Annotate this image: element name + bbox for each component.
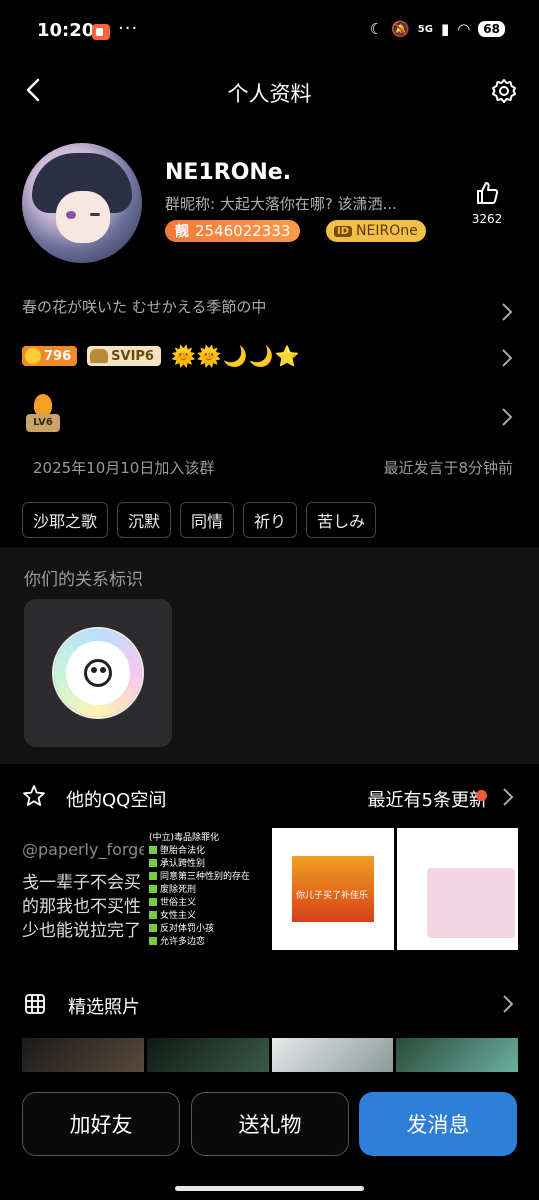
tag-item[interactable]: 苦しみ xyxy=(306,502,377,538)
profile-name: NE1RONe. xyxy=(165,160,292,185)
thumb-handle: @paperly_forge xyxy=(22,840,144,859)
photos-chevron-icon[interactable] xyxy=(502,994,514,1014)
grid-icon xyxy=(24,993,46,1015)
thumb-title: (中立)毒品除罪化 xyxy=(149,833,220,843)
avatar-eye-wink xyxy=(90,213,100,216)
like-count: 3262 xyxy=(471,212,503,226)
thumb-item: 废除死刑 xyxy=(149,882,196,895)
photos-title[interactable]: 精选照片 xyxy=(68,993,140,1019)
relation-card[interactable] xyxy=(24,599,172,747)
relation-title: 你们的关系标识 xyxy=(24,570,143,590)
thumb-item: 世俗主义 xyxy=(149,895,196,908)
signature-text[interactable]: 春の花が咲いた むせかえる季節の中 xyxy=(22,296,266,317)
thumb-poster-text: 你儿子买了补佳乐 xyxy=(296,891,369,901)
moon-icon: ☾ xyxy=(369,20,384,38)
photo-thumb[interactable] xyxy=(146,1038,269,1072)
send-gift-button[interactable]: 送礼物 xyxy=(191,1092,349,1156)
relation-badge-inner xyxy=(66,641,130,705)
thumb-image xyxy=(427,868,515,938)
thumb-item: 反对体罚小孩 xyxy=(149,921,214,934)
group-level-chevron-icon[interactable] xyxy=(501,407,513,427)
mute-icon: 🔕 xyxy=(391,20,410,38)
thumb-item: 堕胎合法化 xyxy=(149,843,205,856)
qzone-thumb[interactable]: @paperly_forge 戋一辈子不会买 的那我也不买性 少也能说拉完了 xyxy=(22,828,144,950)
photo-thumb[interactable] xyxy=(22,1038,144,1072)
system-icons: ☾ 🔕 5G ▮ ◠ 68 xyxy=(370,20,505,38)
flame-icon xyxy=(34,394,52,416)
avatar-face xyxy=(56,191,110,243)
smiley-icon xyxy=(84,659,112,687)
last-spoke: 最近发言于8分钟前 xyxy=(383,459,513,477)
photo-strip xyxy=(22,1038,518,1072)
home-indicator[interactable] xyxy=(175,1186,364,1191)
svip-badge: SVIP6 xyxy=(87,346,161,366)
qzone-thumb[interactable] xyxy=(397,828,518,950)
qzone-chevron-icon[interactable] xyxy=(502,787,514,807)
status-time: 10:20 xyxy=(37,20,95,41)
network-label: 5G xyxy=(417,23,433,35)
signal-icon: ▮ xyxy=(440,20,450,38)
avatar[interactable] xyxy=(22,143,142,263)
more-notifications-icon: ··· xyxy=(118,18,139,39)
photo-thumb[interactable] xyxy=(271,1038,394,1072)
qzone-title[interactable]: 他的QQ空间 xyxy=(66,786,166,812)
thumbs-up-icon xyxy=(477,182,499,204)
tag-item[interactable]: 祈り xyxy=(243,502,298,538)
thumb-item: 承认跨性别 xyxy=(149,856,205,869)
qzone-thumb[interactable]: 你儿子买了补佳乐 xyxy=(272,828,394,950)
screen-record-icon xyxy=(92,24,110,40)
signature-chevron-icon[interactable] xyxy=(501,302,513,322)
settings-gear-icon[interactable] xyxy=(491,78,517,104)
tag-item[interactable]: 沙耶之歌 xyxy=(22,502,109,538)
join-date: 2025年10月10日加入该群 xyxy=(33,459,215,477)
thumb-line: 少也能说拉完了 xyxy=(22,921,141,941)
qq-number: 2546022333 xyxy=(195,222,291,240)
thumb-item: 女性主义 xyxy=(149,908,196,921)
star-icon xyxy=(22,784,46,808)
unread-dot xyxy=(476,790,487,801)
group-level-label: LV6 xyxy=(26,414,60,432)
qzone-update-count[interactable]: 最近有5条更新 xyxy=(368,786,487,812)
photo-thumb[interactable] xyxy=(396,1038,518,1072)
level-row[interactable]: 796 SVIP6 🌞🌞🌙🌙⭐ xyxy=(22,344,301,368)
qzone-thumbnails: @paperly_forge 戋一辈子不会买 的那我也不买性 少也能说拉完了 (… xyxy=(22,828,518,950)
liang-label: 靓 xyxy=(175,224,189,240)
relation-badge-icon xyxy=(54,629,142,717)
thumb-line: 戋一辈子不会买 xyxy=(22,873,141,893)
id-name: NEIROne xyxy=(356,223,418,239)
page-title: 个人资料 xyxy=(227,82,312,106)
qzone-thumb[interactable]: (中立)毒品除罪化 堕胎合法化 承认跨性别 同意第三种性别的存在 废除死刑 世俗… xyxy=(147,828,269,950)
avatar-eye xyxy=(66,211,76,219)
thumb-poster: 你儿子买了补佳乐 xyxy=(292,856,374,922)
status-bar: 10:20 ··· ☾ 🔕 5G ▮ ◠ 68 xyxy=(0,0,539,64)
thumb-item: 允许多边恋 xyxy=(149,934,205,947)
tag-list: 沙耶之歌 沉默 同情 祈り 苦しみ xyxy=(22,502,377,538)
thumb-line: 的那我也不买性 xyxy=(22,897,141,917)
tag-item[interactable]: 沉默 xyxy=(117,502,172,538)
level-medals-icon: 🌞🌞🌙🌙⭐ xyxy=(170,344,301,368)
group-level-badge[interactable]: LV6 xyxy=(24,394,62,436)
level-chevron-icon[interactable] xyxy=(501,348,513,368)
id-icon: ID xyxy=(334,225,353,237)
add-friend-button[interactable]: 加好友 xyxy=(22,1092,180,1156)
id-badge[interactable]: ID NEIROne xyxy=(326,220,426,242)
group-nickname: 群昵称: 大起大落你在哪? 该潇洒... xyxy=(165,195,397,213)
like-button[interactable]: 3262 xyxy=(462,180,512,226)
battery-icon: 68 xyxy=(478,21,505,37)
send-message-button[interactable]: 发消息 xyxy=(359,1092,517,1156)
tag-item[interactable]: 同情 xyxy=(180,502,235,538)
coin-badge: 796 xyxy=(22,346,78,366)
qq-number-badge[interactable]: 靓 2546022333 xyxy=(165,220,301,242)
wifi-icon: ◠ xyxy=(457,20,471,38)
thumb-item: 同意第三种性别的存在 xyxy=(149,869,250,882)
